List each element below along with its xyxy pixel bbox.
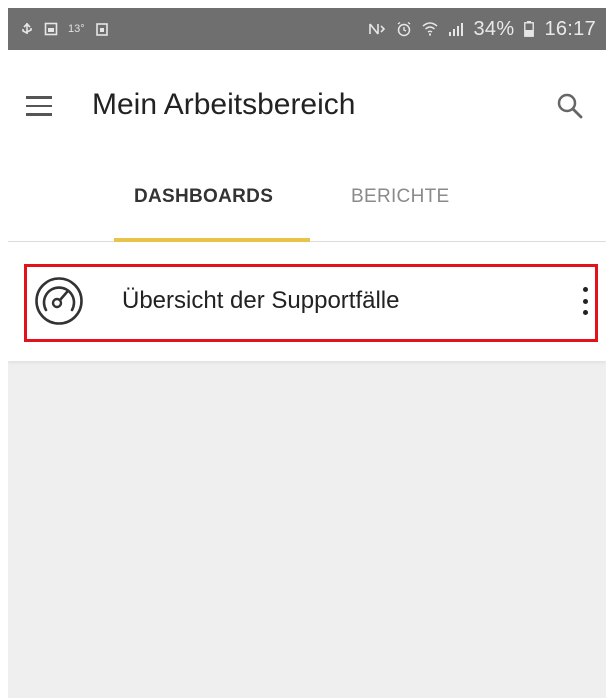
clock: 16:17 xyxy=(544,17,596,40)
nfc-icon xyxy=(368,23,385,35)
dashboard-title[interactable]: Übersicht der Supportfälle xyxy=(122,287,399,315)
list-item[interactable]: Übersicht der Supportfälle xyxy=(8,243,606,361)
alarm-icon xyxy=(397,21,410,37)
app-bar: Mein Arbeitsbereich xyxy=(8,50,606,150)
status-bar: 13° 34% 16:17 xyxy=(8,8,606,50)
tab-bar: DASHBOARDS BERICHTE xyxy=(8,150,606,242)
weather-temp: 13° xyxy=(68,23,85,35)
status-bar-right: 34% 16:17 xyxy=(368,18,597,41)
tab-dashboards[interactable]: DASHBOARDS xyxy=(134,186,273,208)
battery-icon xyxy=(524,21,535,37)
phone-screen: 13° 34% 16:17 Mein Arbeitsbereich DASHBO… xyxy=(0,0,606,698)
usb-icon xyxy=(22,22,32,34)
battery-percent: 34% xyxy=(473,17,515,40)
signal-icon xyxy=(448,23,463,36)
calendar-icon xyxy=(95,23,108,36)
page-title: Mein Arbeitsbereich xyxy=(92,88,356,121)
screenshot-icon xyxy=(44,22,58,36)
tab-berichte[interactable]: BERICHTE xyxy=(351,186,449,208)
wifi-icon xyxy=(422,22,437,36)
search-icon[interactable] xyxy=(556,92,584,120)
app-frame: 13° 34% 16:17 Mein Arbeitsbereich DASHBO… xyxy=(8,8,606,698)
tab-selected-indicator xyxy=(114,238,310,242)
hamburger-menu-icon[interactable] xyxy=(26,96,52,116)
gauge-icon xyxy=(35,277,83,325)
status-bar-left: 13° xyxy=(20,22,109,36)
dashboard-list: Übersicht der Supportfälle xyxy=(8,243,606,698)
more-options-icon[interactable] xyxy=(578,283,592,319)
